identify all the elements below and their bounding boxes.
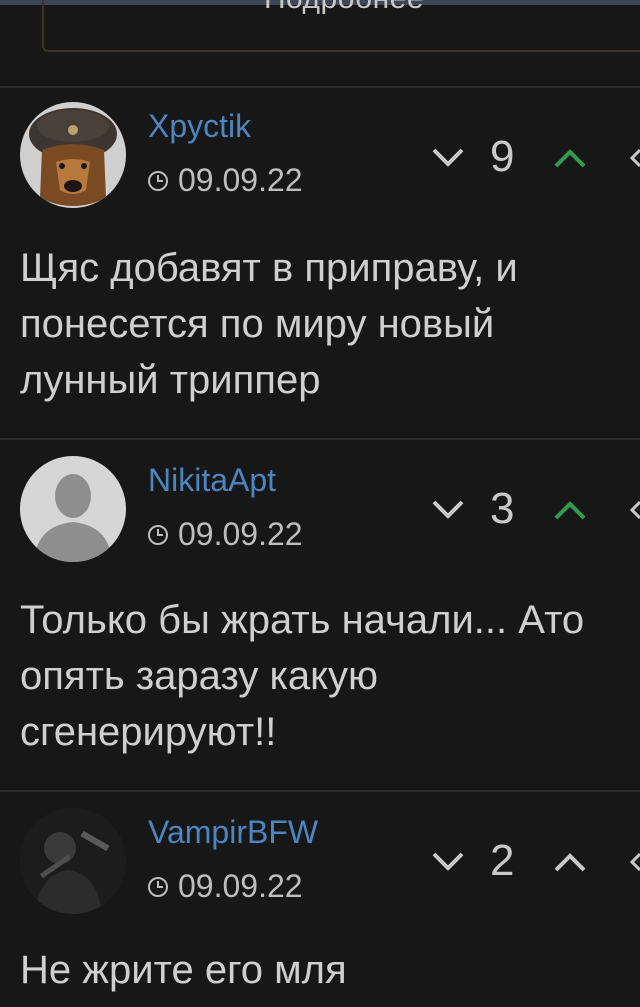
comment-item: Xpyctik 09.09.22 9 Щяс добавят в приправ… — [0, 88, 640, 438]
upvote-button[interactable] — [552, 146, 588, 170]
comment-rating: 3 — [490, 484, 515, 533]
comment-username[interactable]: Xpyctik — [148, 108, 251, 145]
upvote-button[interactable] — [552, 850, 588, 874]
upvote-button[interactable] — [552, 498, 588, 522]
comment-date: 09.09.22 — [178, 516, 303, 552]
clock-icon — [148, 170, 168, 191]
chevron-up-icon — [554, 853, 586, 872]
avatar[interactable] — [20, 808, 126, 914]
avatar[interactable] — [20, 102, 126, 208]
avatar[interactable] — [20, 456, 126, 562]
downvote-button[interactable] — [430, 850, 466, 874]
more-button[interactable]: Подробнее — [42, 0, 640, 52]
comment-item: VampirBFW 09.09.22 2 Не жрите его мля — [0, 792, 640, 1007]
avatar-placeholder-image — [20, 456, 126, 562]
comment-item: NikitaApt 09.09.22 3 Только бы жрать нач… — [0, 440, 640, 790]
chevron-up-icon — [554, 501, 586, 520]
chevron-up-icon — [554, 149, 586, 168]
comment-date: 09.09.22 — [178, 162, 303, 198]
comments-page: Подробнее Xpyctik 09.09.22 — [0, 0, 640, 1007]
avatar-dog-image — [20, 102, 126, 208]
comment-date: 09.09.22 — [178, 868, 303, 904]
chevron-left-icon[interactable] — [628, 498, 640, 522]
avatar-figure-image — [20, 808, 126, 914]
comment-date-row: 09.09.22 — [148, 516, 303, 553]
chevron-down-icon — [432, 500, 464, 519]
chevron-left-icon[interactable] — [628, 146, 640, 170]
clock-icon — [148, 876, 168, 897]
downvote-button[interactable] — [430, 146, 466, 170]
downvote-button[interactable] — [430, 498, 466, 522]
more-label: Подробнее — [44, 0, 640, 16]
comment-rating: 9 — [490, 132, 515, 181]
comment-username[interactable]: NikitaApt — [148, 462, 276, 499]
chevron-down-icon — [432, 852, 464, 871]
comment-text: Только бы жрать начали... Ато опять зара… — [20, 598, 585, 754]
comment-rating: 2 — [490, 836, 515, 885]
comment-date-row: 09.09.22 — [148, 162, 303, 199]
chevron-left-icon[interactable] — [628, 850, 640, 874]
comment-date-row: 09.09.22 — [148, 868, 303, 905]
clock-icon — [148, 524, 168, 545]
chevron-down-icon — [432, 148, 464, 167]
comment-text: Щяс добавят в приправу, и понесется по м… — [20, 246, 518, 402]
comment-username[interactable]: VampirBFW — [148, 814, 318, 851]
comment-text: Не жрите его мля — [20, 948, 347, 992]
